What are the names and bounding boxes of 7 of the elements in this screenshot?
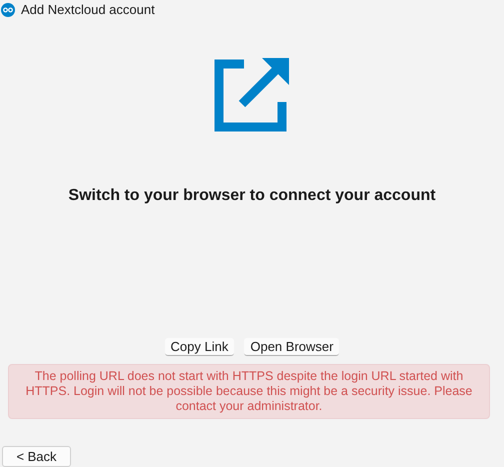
external-link-icon (214, 57, 290, 132)
back-button[interactable]: < Back (2, 446, 71, 467)
action-button[interactable]: Copy Link (164, 338, 234, 356)
heading: Switch to your browser to connect your account (68, 186, 436, 206)
window-title: Add Nextcloud account (21, 1, 155, 20)
action-button[interactable]: Open Browser (244, 338, 340, 356)
error-message: The polling URL does not start with HTTPS despite the login URL started with HTTPS. Login will not be possible because this might be a security issue. Please contact your administrator. (8, 364, 490, 419)
